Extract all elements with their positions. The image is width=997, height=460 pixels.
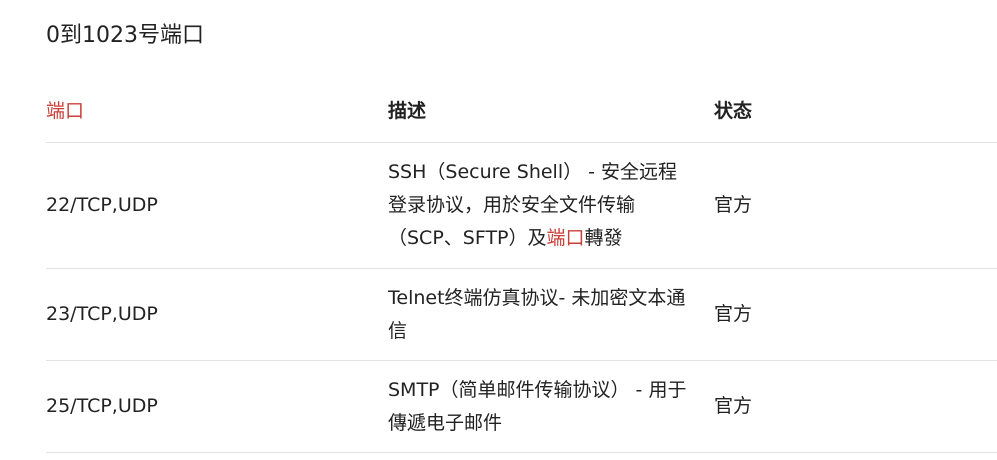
- port-cell: 25/TCP,UDP: [46, 395, 158, 417]
- description-cell: Telnet终端仿真协议- 未加密文本通信: [388, 269, 688, 360]
- status-cell: 官方: [714, 194, 753, 216]
- table-header-row: 端口 描述 状态: [46, 80, 997, 143]
- description-text: SSH（Secure Shell） - 安全远程登录协议，用於安全文件传输（SC…: [388, 161, 678, 249]
- table-row: 23/TCP,UDP Telnet终端仿真协议- 未加密文本通信 官方: [46, 269, 997, 361]
- section-heading: 0到1023号端口: [46, 23, 204, 48]
- port-cell: 22/TCP,UDP: [46, 194, 158, 216]
- table-row: 22/TCP,UDP SSH（Secure Shell） - 安全远程登录协议，…: [46, 143, 997, 269]
- table-row: 25/TCP,UDP SMTP（简单邮件传输协议） - 用于傳遞电子邮件 官方: [46, 361, 997, 453]
- description-text: SMTP（简单邮件传输协议） - 用于傳遞电子邮件: [388, 378, 687, 434]
- header-status: 状态: [714, 99, 753, 122]
- port-link[interactable]: 端口: [547, 227, 585, 249]
- ports-table: 端口 描述 状态 22/TCP,UDP SSH（Secure Shell） - …: [46, 80, 997, 453]
- header-description: 描述: [388, 99, 427, 122]
- status-cell: 官方: [714, 395, 753, 417]
- description-text: Telnet终端仿真协议- 未加密文本通信: [388, 286, 686, 342]
- port-cell: 23/TCP,UDP: [46, 303, 158, 325]
- description-cell: SSH（Secure Shell） - 安全远程登录协议，用於安全文件传输（SC…: [388, 143, 688, 268]
- description-cell: SMTP（简单邮件传输协议） - 用于傳遞电子邮件: [388, 361, 688, 452]
- description-text-tail: 轉發: [584, 227, 623, 249]
- status-cell: 官方: [714, 303, 753, 325]
- header-port-link[interactable]: 端口: [46, 80, 376, 142]
